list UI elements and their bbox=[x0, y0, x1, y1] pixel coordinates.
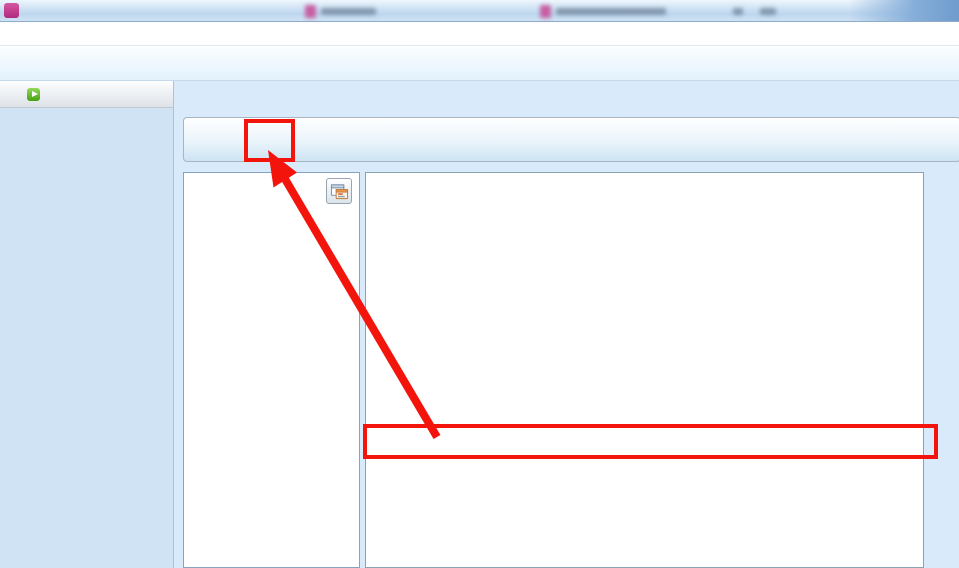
blurred-window-title bbox=[733, 4, 776, 19]
app-logo-icon bbox=[4, 3, 19, 18]
blurred-window-title bbox=[305, 4, 376, 19]
sidebar bbox=[0, 81, 174, 568]
menu-bar bbox=[0, 22, 959, 46]
blurred-window-title bbox=[540, 4, 666, 19]
blurred-app-icon bbox=[305, 5, 316, 18]
titlebar-right-shade bbox=[849, 0, 959, 21]
sidebar-header bbox=[0, 81, 173, 108]
erp-window: { "titlebar": { "logo": "W", "title": "新… bbox=[0, 0, 959, 568]
menu-table-panel bbox=[365, 172, 924, 568]
play-icon bbox=[27, 88, 40, 101]
quick-launch-toolbar bbox=[0, 46, 959, 81]
action-toolbar bbox=[183, 117, 959, 162]
blurred-app-icon bbox=[540, 5, 551, 18]
module-tree-panel bbox=[183, 172, 360, 568]
titlebar bbox=[0, 0, 959, 22]
layout-panels-icon bbox=[330, 182, 349, 201]
panel-toggle-button[interactable] bbox=[326, 178, 352, 204]
